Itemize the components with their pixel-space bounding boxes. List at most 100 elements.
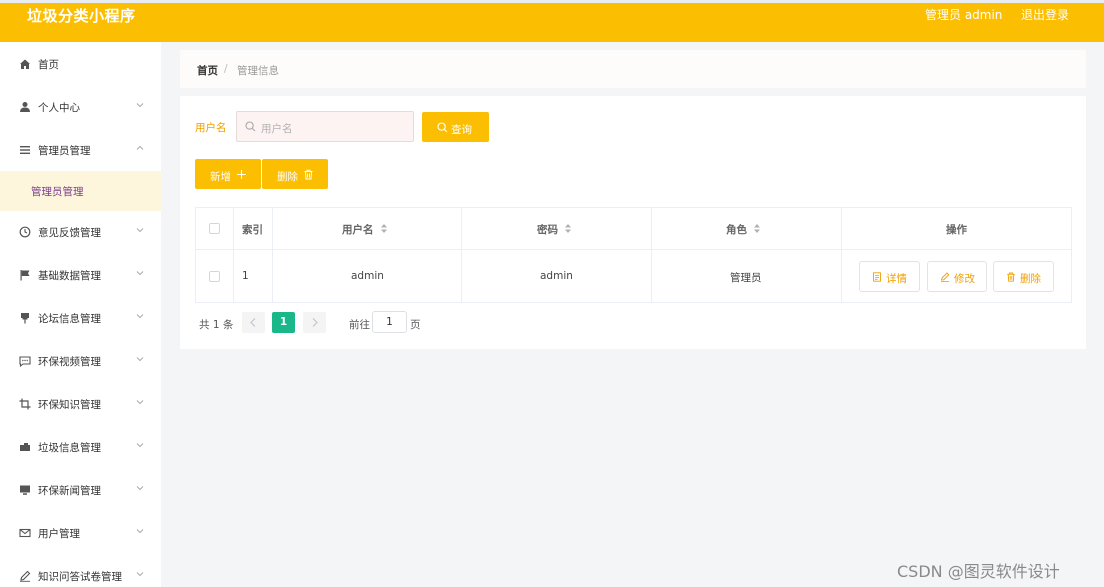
chevron-down-icon: [136, 529, 144, 534]
detail-button-label: 详情: [886, 273, 907, 285]
prev-page-button[interactable]: [242, 312, 265, 333]
trash-icon: [1007, 272, 1015, 282]
chevron-down-icon: [136, 443, 144, 448]
person-icon: [20, 102, 30, 112]
header-cell-actions: 操作: [842, 208, 1071, 249]
next-page-button[interactable]: [303, 312, 326, 333]
sidebar-item-label: 环保知识管理: [38, 399, 101, 411]
sort-icon[interactable]: [564, 223, 572, 234]
cell-username: admin: [273, 250, 462, 302]
chevron-down-icon: [136, 103, 144, 108]
chevron-right-icon: [312, 318, 318, 327]
add-button[interactable]: 新增: [195, 159, 261, 189]
table-row: 1 admin admin 管理员 详情 修改 删除: [196, 250, 1071, 302]
cell-role-value: 管理员: [730, 272, 762, 284]
sidebar-item-feedback[interactable]: 意见反馈管理: [0, 212, 161, 252]
app-title: 垃圾分类小程序: [27, 7, 136, 25]
sidebar-item-eco-news[interactable]: 环保新闻管理: [0, 470, 161, 510]
add-button-label: 新增: [210, 171, 231, 183]
cell-password-value: admin: [540, 270, 573, 282]
truck-icon: [20, 443, 30, 451]
header-role-label: 角色: [726, 224, 747, 236]
chevron-down-icon: [136, 400, 144, 405]
plus-icon: [237, 170, 246, 179]
search-button[interactable]: 查询: [422, 112, 489, 142]
sidebar-item-label: 管理员管理: [38, 145, 91, 157]
delete-button-label: 删除: [277, 171, 298, 183]
header-username-label: 用户名: [342, 224, 374, 236]
row-delete-button-label: 删除: [1020, 273, 1041, 285]
row-checkbox[interactable]: [209, 271, 220, 282]
sidebar-item-label: 论坛信息管理: [38, 313, 101, 325]
cell-username-value: admin: [351, 270, 384, 282]
mail-icon: [19, 528, 31, 538]
chevron-down-icon: [136, 271, 144, 276]
current-user-label: 管理员 admin: [925, 8, 1003, 22]
sidebar-item-label: 管理员管理: [31, 186, 84, 198]
sidebar-item-label: 环保新闻管理: [38, 485, 101, 497]
goto-label: 前往: [349, 319, 370, 331]
sidebar-item-home[interactable]: 首页: [0, 44, 161, 84]
cell-index-value: 1: [242, 270, 249, 282]
sidebar-item-garbage-info[interactable]: 垃圾信息管理: [0, 427, 161, 467]
goto-page-input[interactable]: 1: [372, 311, 407, 333]
chevron-down-icon: [136, 314, 144, 319]
sidebar-item-eco-knowledge[interactable]: 环保知识管理: [0, 384, 161, 424]
select-all-checkbox[interactable]: [209, 223, 220, 234]
header-actions-label: 操作: [946, 224, 967, 236]
header-checkbox-cell: [196, 208, 234, 249]
sort-icon[interactable]: [753, 223, 761, 234]
sidebar-item-personal-center[interactable]: 个人中心: [0, 87, 161, 127]
logout-link[interactable]: 退出登录: [1021, 6, 1069, 23]
header-cell-role[interactable]: 角色: [652, 208, 842, 249]
cell-role: 管理员: [652, 250, 842, 302]
header-cell-username[interactable]: 用户名: [273, 208, 462, 249]
search-label: 用户名: [195, 122, 227, 134]
breadcrumb-home-link[interactable]: 首页: [197, 63, 218, 78]
search-placeholder: 用户名: [261, 123, 293, 135]
chevron-left-icon: [250, 318, 256, 327]
header-cell-password[interactable]: 密码: [462, 208, 652, 249]
page-number-current[interactable]: 1: [272, 312, 295, 333]
monitor-icon: [20, 485, 30, 495]
breadcrumb-separator: /: [224, 63, 228, 75]
sidebar-item-admin-management[interactable]: 管理员管理: [0, 130, 161, 170]
sidebar-item-basic-data[interactable]: 基础数据管理: [0, 255, 161, 295]
sidebar-item-forum[interactable]: 论坛信息管理: [0, 298, 161, 338]
chevron-down-icon: [136, 228, 144, 233]
sidebar-item-quiz-papers[interactable]: 知识问答试卷管理: [0, 556, 161, 587]
search-icon: [245, 121, 256, 132]
header-index-label: 索引: [242, 224, 263, 236]
sidebar-item-user-management[interactable]: 用户管理: [0, 513, 161, 553]
document-icon: [873, 272, 881, 282]
sidebar: 首页 个人中心 管理员管理 管理员管理 意见反馈管理 基础数据管理 论坛信息管理…: [0, 42, 161, 587]
sidebar-item-eco-video[interactable]: 环保视频管理: [0, 341, 161, 381]
detail-button[interactable]: 详情: [859, 261, 920, 292]
edit-button[interactable]: 修改: [927, 261, 987, 292]
trash-icon: [304, 169, 313, 180]
chevron-up-icon: [136, 145, 144, 150]
sidebar-subitem-admin-management[interactable]: 管理员管理: [0, 171, 161, 211]
edit-button-label: 修改: [954, 273, 975, 285]
pencil-icon: [20, 570, 31, 582]
sidebar-item-label: 用户管理: [38, 528, 80, 540]
sidebar-item-label: 个人中心: [38, 102, 80, 114]
row-delete-button[interactable]: 删除: [993, 261, 1054, 292]
top-bar: 垃圾分类小程序 管理员 admin 退出登录: [0, 0, 1104, 42]
sort-icon[interactable]: [380, 223, 388, 234]
cell-password: admin: [462, 250, 652, 302]
clock-icon: [19, 226, 31, 238]
username-search-input[interactable]: 用户名: [236, 111, 414, 142]
pin-icon: [21, 313, 29, 324]
list-icon: [20, 146, 30, 154]
sidebar-item-label: 环保视频管理: [38, 356, 101, 368]
pagination: 共 1 条 1 前往 1 页: [195, 311, 495, 335]
cell-actions: 详情 修改 删除: [842, 250, 1071, 302]
breadcrumb-current: 管理信息: [237, 65, 279, 77]
flag-icon: [20, 270, 30, 281]
watermark: CSDN @图灵软件设计: [897, 562, 1060, 581]
chevron-down-icon: [136, 486, 144, 491]
delete-button[interactable]: 删除: [262, 159, 328, 189]
pagination-total: 共 1 条: [199, 319, 234, 331]
header-cell-index: 索引: [234, 208, 273, 249]
